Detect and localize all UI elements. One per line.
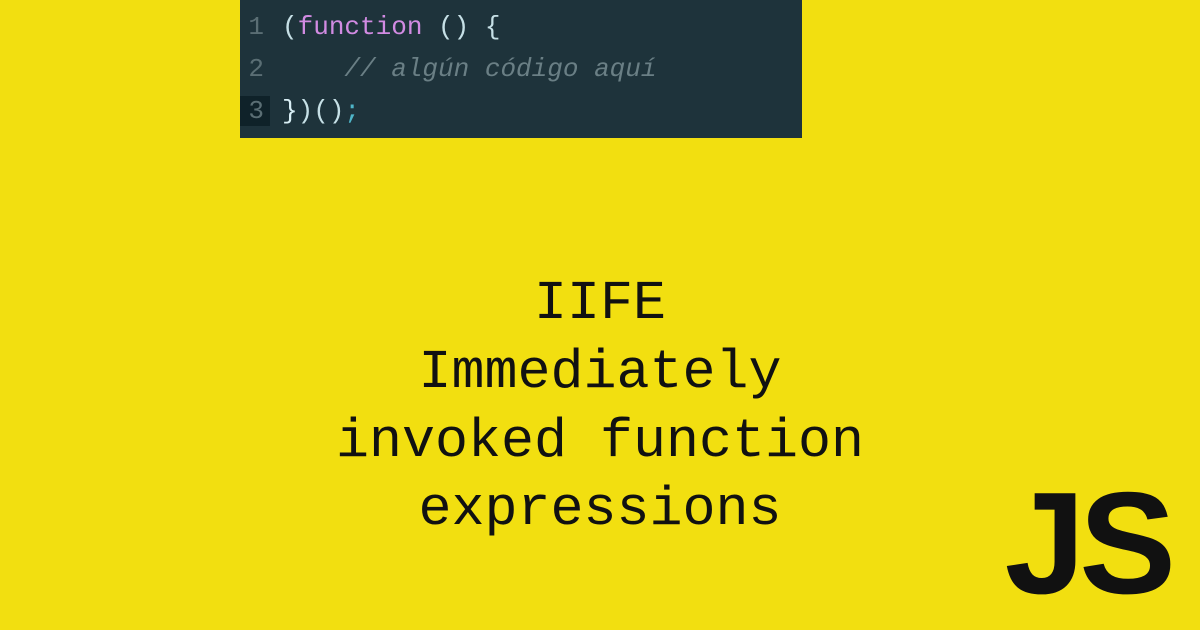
title-line-3: invoked function <box>336 408 864 477</box>
code-content: (function () { <box>270 12 500 42</box>
line-number: 3 <box>240 96 270 126</box>
title-line-1: IIFE <box>336 270 864 339</box>
token-semicolon: ; <box>344 96 360 126</box>
line-number: 1 <box>240 12 270 42</box>
title-text: IIFE Immediately invoked function expres… <box>336 270 864 545</box>
code-content: })(); <box>270 96 360 126</box>
token-parens: )() <box>298 96 345 126</box>
token-rest: () { <box>422 12 500 42</box>
code-line-3: 3 })(); <box>240 90 802 132</box>
line-number: 2 <box>240 54 270 84</box>
code-content: // algún código aquí <box>270 54 656 84</box>
token-paren: ( <box>282 12 298 42</box>
title-line-4: expressions <box>336 476 864 545</box>
code-line-2: 2 // algún código aquí <box>240 48 802 90</box>
token-comment: // algún código aquí <box>344 54 656 84</box>
token-keyword: function <box>298 12 423 42</box>
token-indent <box>282 54 344 84</box>
code-line-1: 1 (function () { <box>240 6 802 48</box>
code-snippet: 1 (function () { 2 // algún código aquí … <box>240 0 802 138</box>
js-logo: JS <box>1005 471 1170 616</box>
title-line-2: Immediately <box>336 339 864 408</box>
token-brace: } <box>282 96 298 126</box>
